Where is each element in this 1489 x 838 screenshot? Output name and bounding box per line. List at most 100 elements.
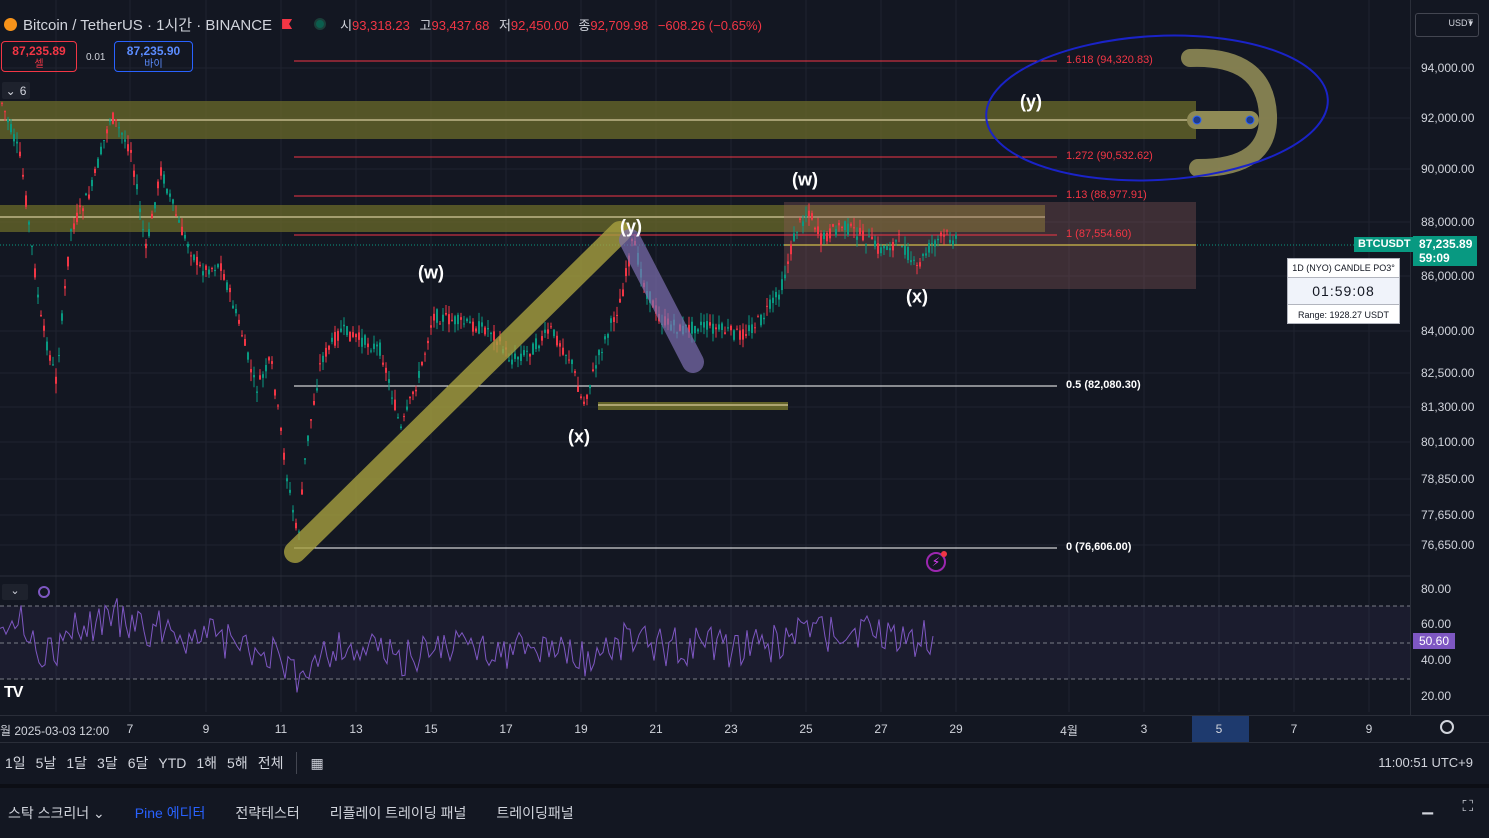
range-button[interactable]: 6달 [123, 753, 154, 773]
candle-body [445, 312, 447, 315]
currency-select[interactable]: USDT ▾ [1415, 13, 1479, 37]
candle-body [46, 341, 48, 351]
bottom-tab[interactable]: 스탁 스크리너 ⌄ [8, 803, 105, 823]
candle-body [559, 343, 561, 347]
time-axis-label: 25 [799, 722, 813, 736]
candle-body [607, 334, 609, 338]
candle-body [289, 489, 291, 493]
candle-body [430, 325, 432, 328]
flag-icon[interactable] [282, 19, 293, 29]
symbol-title[interactable]: Bitcoin / TetherUS · 1시간 · BINANCE [23, 14, 272, 35]
time-axis-label: 5 [1215, 722, 1223, 736]
sell-button[interactable]: 87,235.89 셀 [1, 41, 77, 72]
candle-body [406, 406, 408, 410]
candle-body [514, 353, 516, 359]
candle-body [367, 343, 369, 348]
candle-body [730, 325, 732, 331]
candle-body [193, 254, 195, 261]
wave-correction-stroke [619, 229, 704, 373]
candle-body [277, 405, 279, 407]
time-axis-label: 15 [424, 722, 438, 736]
candle-body [925, 253, 927, 256]
candle-body [805, 215, 807, 217]
chart-area[interactable] [0, 0, 1410, 715]
indicators-toggle[interactable]: ⌄ 6 [2, 82, 30, 99]
candle-body [154, 202, 156, 209]
candle-body [874, 240, 876, 247]
time-axis[interactable]: 월 2025-03-03 12:00 7 9 11 13 15 17 19 21 23 25 27 29… [0, 715, 1489, 743]
candle-body [712, 323, 714, 334]
candle-body [184, 234, 186, 239]
candle-body [175, 214, 177, 216]
candle-body [736, 328, 738, 330]
rsi-axis-label: 20.00 [1421, 689, 1452, 703]
candle-body [436, 309, 438, 323]
candle-body [508, 360, 510, 362]
candle-body [547, 329, 549, 334]
range-button[interactable]: 1일 [0, 753, 31, 773]
candle-body [394, 399, 396, 411]
candle-body [808, 210, 810, 217]
range-button[interactable]: 전체 [253, 753, 289, 773]
refresh-icon[interactable] [38, 586, 50, 598]
candle-body [709, 322, 711, 326]
bottom-tab[interactable]: 리플레이 트레이딩 패널 [330, 803, 467, 823]
price-chart[interactable] [0, 0, 1410, 715]
maximize-icon[interactable]: ⛶ [1462, 798, 1473, 815]
range-button[interactable]: 3달 [92, 753, 123, 773]
candle-body [532, 343, 534, 355]
candle-body [49, 355, 51, 361]
tradingview-logo[interactable]: TV [4, 684, 23, 702]
candle-body [619, 298, 621, 303]
bottom-tab[interactable]: 전략테스터 [235, 803, 299, 823]
flash-alert-icon[interactable]: ⚡ [926, 551, 947, 572]
candle-body [517, 357, 519, 360]
candle-body [403, 416, 405, 418]
candle-body [550, 326, 552, 328]
candle-body [919, 262, 921, 267]
bottom-tab[interactable]: Pine 에디터 [135, 803, 206, 823]
candle-body [133, 170, 135, 177]
candle-body [250, 369, 252, 373]
range-button[interactable]: YTD [153, 755, 191, 771]
candle-body [574, 371, 576, 373]
candle-body [580, 396, 582, 399]
wave-label: (x) [568, 426, 590, 447]
price-axis[interactable]: 94,000.00 92,000.00 90,000.00 88,000.00 86,0… [1410, 0, 1489, 715]
candle-body [892, 242, 894, 251]
clock[interactable]: 11:00:51 UTC+9 [1378, 755, 1473, 770]
range-button[interactable]: 1달 [61, 753, 92, 773]
candle-body [337, 330, 339, 341]
time-axis-label: 7 [1290, 722, 1298, 736]
bottom-tab[interactable]: 트레이딩패널 [496, 803, 573, 823]
candle-body [448, 314, 450, 325]
buy-button[interactable]: 87,235.90 바이 [114, 41, 193, 72]
calendar-icon[interactable]: ▦ [305, 755, 328, 772]
candle-body [382, 362, 384, 365]
candle-body [43, 325, 45, 331]
candle-body [199, 264, 201, 266]
candle-body [529, 353, 531, 357]
candle-body [757, 316, 759, 318]
candle-body [742, 329, 744, 340]
range-button[interactable]: 5해 [222, 753, 253, 773]
rsi-collapse-button[interactable]: ⌄ [2, 584, 28, 600]
candle-body [361, 337, 363, 347]
candle-body [922, 254, 924, 256]
fib-label: 1.272 (90,532.62) [1066, 150, 1153, 162]
candle-body [583, 401, 585, 405]
candle-body [886, 246, 888, 250]
range-button[interactable]: 5날 [31, 753, 62, 773]
gear-icon[interactable] [1440, 720, 1454, 734]
candle-body [616, 314, 618, 316]
minimize-icon[interactable]: ▁ [1422, 798, 1433, 815]
candle-body [19, 151, 21, 157]
candle-body [901, 246, 903, 248]
candle-body [295, 522, 297, 529]
candle-body [889, 248, 891, 251]
time-axis-label: 29 [949, 722, 963, 736]
symbol-header: Bitcoin / TetherUS · 1시간 · BINANCE 시93,3… [0, 12, 768, 36]
candle-body [598, 350, 600, 356]
candle-body [775, 291, 777, 298]
range-button[interactable]: 1해 [191, 753, 222, 773]
